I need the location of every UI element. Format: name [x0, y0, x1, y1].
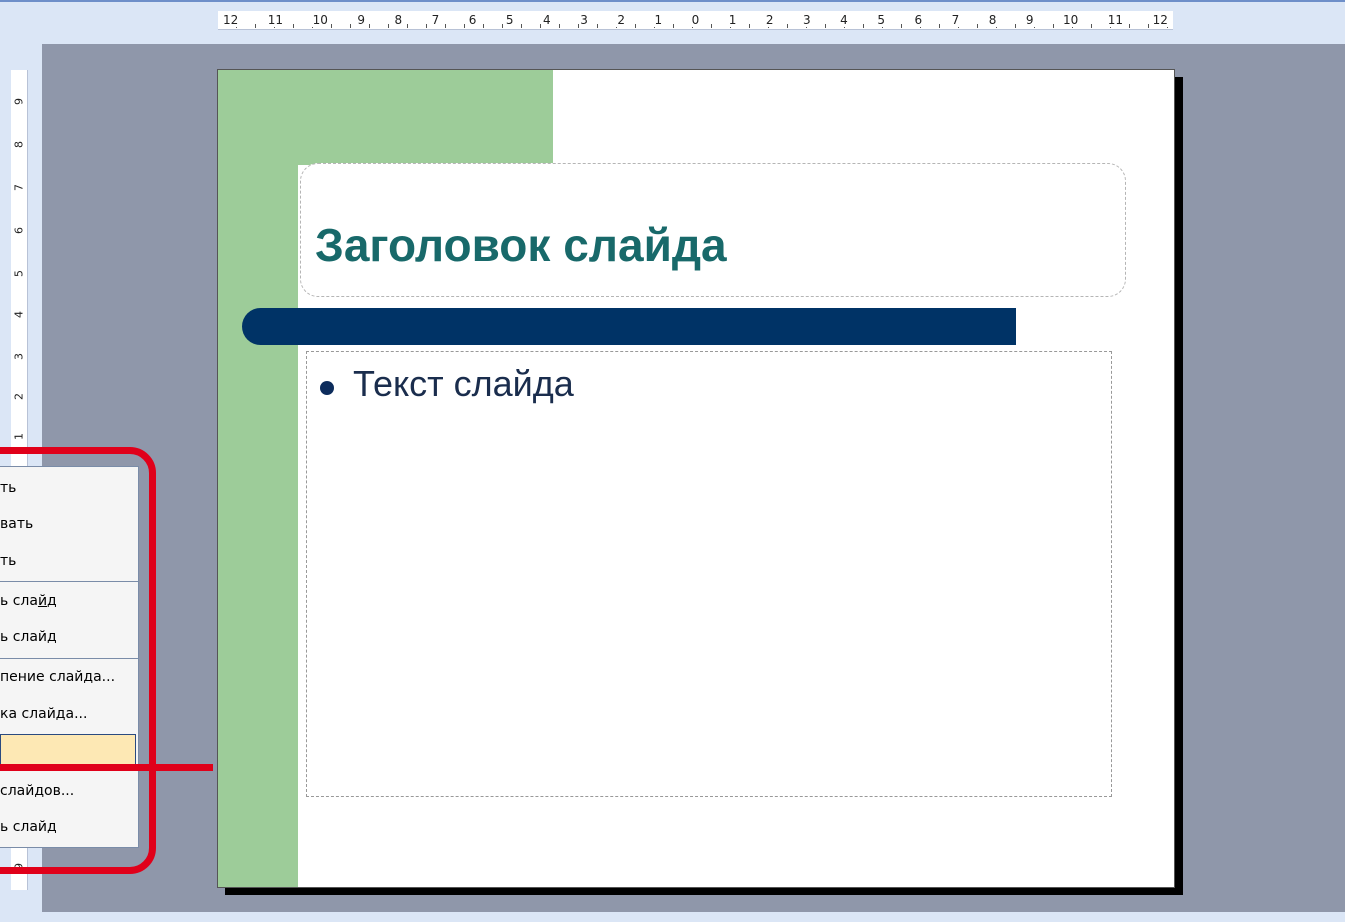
- slide-canvas[interactable]: Заголовок слайда Текст слайда: [217, 69, 1175, 888]
- ruler-tick-label: 5: [12, 270, 26, 277]
- ruler-tick-label: 4: [12, 311, 26, 318]
- ruler-tick-label: 6: [913, 13, 924, 27]
- ruler-tick-label: 10: [311, 13, 329, 27]
- ruler-tick-label: 2: [764, 13, 775, 27]
- ruler-tick-label: 2: [12, 393, 26, 400]
- ruler-tick-label: 9: [1024, 13, 1035, 27]
- horizontal-ruler[interactable]: 12 11 10 9 8 7 6 5 4 3 2 1 0 1 2 3 4 5 6 7 8 9 10 11 12: [218, 11, 1173, 30]
- bullet-icon: [320, 381, 334, 395]
- ruler-tick-label: 1: [12, 433, 26, 440]
- ruler-tick-label: 11: [1106, 13, 1125, 27]
- ruler-tick-label: 12: [222, 13, 240, 27]
- ruler-tick-label: 9: [356, 13, 366, 27]
- ruler-tick-label: 2: [616, 13, 626, 27]
- ruler-tick-label: 1: [653, 13, 664, 27]
- annotation-pointer-line: [0, 764, 213, 771]
- slide-accent-left: [218, 165, 298, 887]
- slide-title[interactable]: Заголовок слайда: [315, 222, 727, 268]
- title-placeholder[interactable]: Заголовок слайда: [300, 163, 1126, 297]
- ruler-tick-label: 5: [876, 13, 886, 27]
- ruler-tick-label: 7: [430, 13, 441, 27]
- decorative-bar: [242, 308, 1016, 345]
- ruler-tick-label: 6: [12, 227, 26, 234]
- ruler-tick-label: 3: [12, 353, 26, 360]
- top-frame: 12 11 10 9 8 7 6 5 4 3 2 1 0 1 2 3 4 5 6 7 8 9 10 11 12: [0, 0, 1345, 44]
- ruler-tick-label: 6: [467, 13, 478, 27]
- slide-body-text[interactable]: Текст слайда: [353, 366, 574, 402]
- annotation-highlight-outline: [0, 447, 156, 874]
- ruler-tick-label: 8: [12, 141, 26, 148]
- ruler-tick-label: 7: [12, 184, 26, 191]
- ruler-tick-label: 4: [542, 13, 552, 27]
- ruler-tick-label: 1: [727, 13, 738, 27]
- ruler-tick-label: 11: [266, 13, 285, 27]
- slide-accent-top: [218, 70, 553, 165]
- bottom-frame: [0, 912, 1345, 922]
- ruler-tick-label: 8: [987, 13, 998, 27]
- body-placeholder[interactable]: Текст слайда: [306, 351, 1112, 797]
- ruler-tick-label: 12: [1151, 13, 1169, 27]
- ruler-tick-label: 3: [802, 13, 812, 27]
- ruler-tick-label: 9: [12, 98, 26, 105]
- ruler-tick-label: 8: [393, 13, 404, 27]
- ruler-tick-label: 7: [950, 13, 961, 27]
- ruler-tick-label: 3: [579, 13, 589, 27]
- ruler-tick-label: 4: [839, 13, 849, 27]
- ruler-tick-label: 5: [504, 13, 515, 27]
- ruler-tick-label: 10: [1062, 13, 1080, 27]
- ruler-tick-label: 0: [690, 13, 701, 27]
